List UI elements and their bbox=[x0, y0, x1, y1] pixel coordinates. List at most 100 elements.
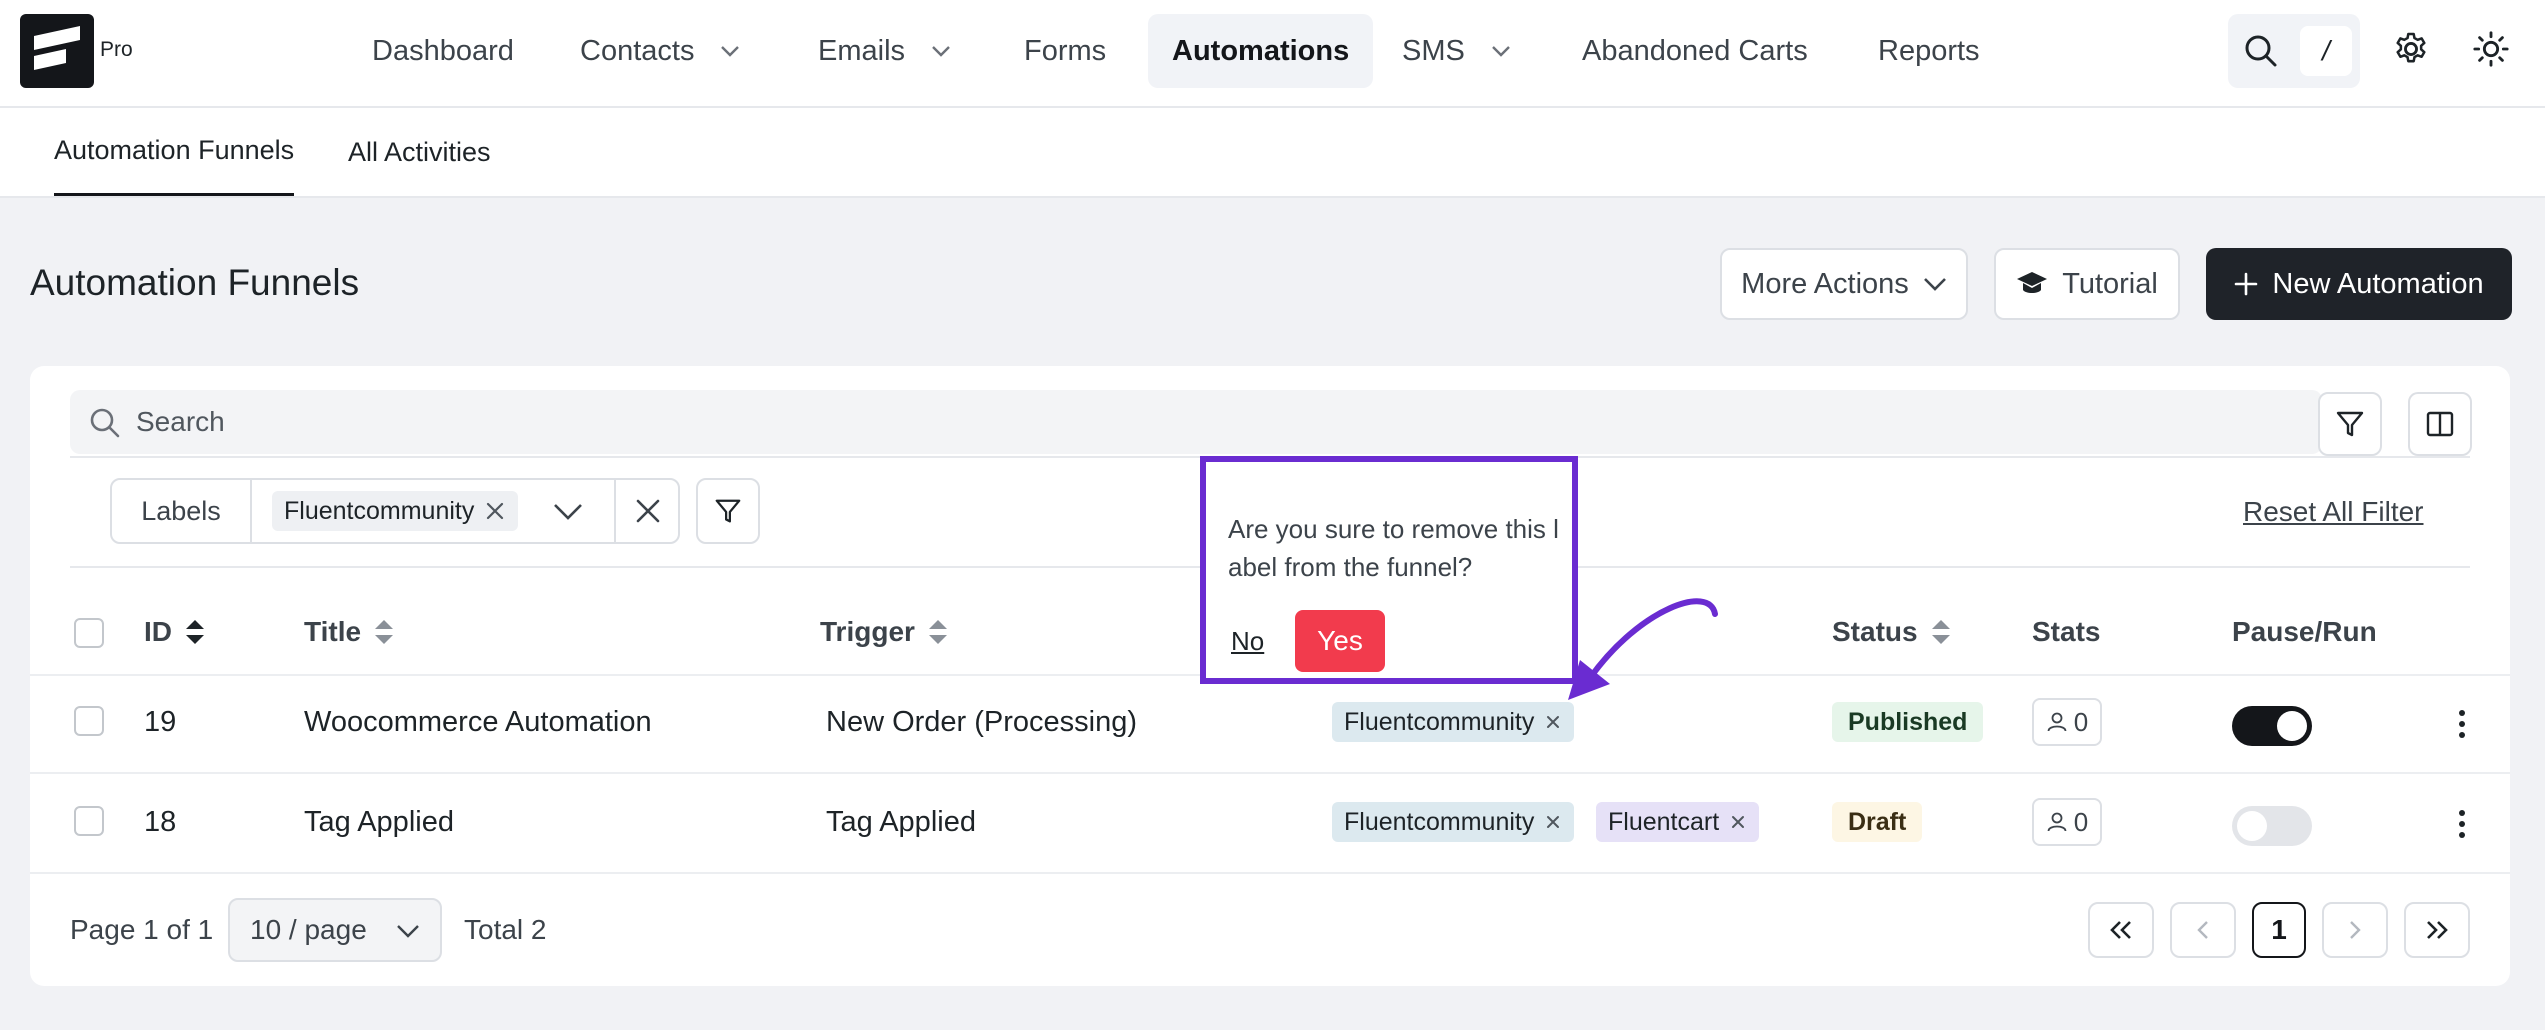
graduation-cap-icon bbox=[2017, 272, 2048, 293]
nav-dashboard[interactable]: Dashboard bbox=[348, 14, 538, 88]
nav-abandoned-carts-label: Abandoned Carts bbox=[1582, 34, 1808, 67]
sun-icon bbox=[2473, 31, 2509, 67]
nav-abandoned-carts[interactable]: Abandoned Carts bbox=[1558, 14, 1832, 88]
row-stats[interactable]: 0 bbox=[2032, 798, 2102, 846]
tab-all-activities[interactable]: All Activities bbox=[348, 108, 491, 196]
sort-icon bbox=[186, 620, 204, 644]
tutorial-label: Tutorial bbox=[2062, 267, 2158, 300]
nav-emails[interactable]: Emails bbox=[794, 14, 975, 88]
annotation-arrow-icon bbox=[1568, 598, 1718, 700]
page-info: Page 1 of 1 bbox=[70, 914, 214, 945]
close-icon[interactable] bbox=[1729, 813, 1747, 831]
close-icon[interactable] bbox=[484, 500, 506, 522]
chevron-down-icon[interactable] bbox=[552, 502, 584, 522]
previous-page-button[interactable] bbox=[2170, 902, 2236, 958]
first-page-button[interactable] bbox=[2088, 902, 2154, 958]
row-label-chip: Fluentcart bbox=[1596, 802, 1760, 842]
row-stats-count: 0 bbox=[2073, 706, 2089, 737]
filter-toggle-button[interactable] bbox=[2318, 392, 2382, 456]
next-page-button[interactable] bbox=[2322, 902, 2388, 958]
global-search-button[interactable]: / bbox=[2228, 14, 2360, 88]
close-icon bbox=[636, 499, 660, 523]
row-stats-count: 0 bbox=[2073, 806, 2089, 837]
label-filter: Labels Fluentcommunity bbox=[110, 478, 680, 544]
close-icon[interactable] bbox=[1544, 813, 1562, 831]
row-actions-menu[interactable] bbox=[2459, 810, 2467, 843]
pause-run-toggle[interactable] bbox=[2232, 806, 2312, 846]
theme-toggle-button[interactable] bbox=[2472, 30, 2510, 68]
row-trigger: Tag Applied bbox=[826, 806, 976, 838]
total-count: Total 2 bbox=[464, 914, 547, 945]
column-header-pause-run: Pause/Run bbox=[2232, 616, 2377, 648]
row-actions-menu[interactable] bbox=[2459, 710, 2467, 743]
confirm-yes-button[interactable]: Yes bbox=[1295, 610, 1385, 672]
sort-icon bbox=[928, 620, 947, 644]
status-badge: Published bbox=[1832, 702, 1984, 742]
last-page-button[interactable] bbox=[2404, 902, 2470, 958]
nav-reports-label: Reports bbox=[1878, 34, 1980, 67]
new-automation-label: New Automation bbox=[2272, 267, 2484, 300]
reset-all-filter-link[interactable]: Reset All Filter bbox=[2243, 496, 2424, 528]
row-checkbox[interactable] bbox=[74, 706, 104, 736]
close-icon[interactable] bbox=[1544, 713, 1562, 731]
search-bar bbox=[70, 390, 2322, 454]
column-header-status[interactable]: Status bbox=[1832, 616, 1952, 648]
label-filter-title: Labels bbox=[112, 480, 252, 542]
nav-automations-label: Automations bbox=[1172, 34, 1350, 67]
more-actions-button[interactable]: More Actions bbox=[1720, 248, 1968, 320]
user-icon bbox=[2047, 712, 2067, 732]
filter-icon bbox=[715, 499, 741, 523]
gear-icon bbox=[2396, 32, 2426, 63]
tutorial-button[interactable]: Tutorial bbox=[1994, 248, 2180, 320]
nav-automations[interactable]: Automations bbox=[1148, 14, 1374, 88]
chevron-down-icon bbox=[397, 925, 419, 938]
per-page-select[interactable]: 10 / page bbox=[228, 898, 442, 962]
tab-automation-funnels[interactable]: Automation Funnels bbox=[54, 108, 295, 196]
clear-label-filter-button[interactable] bbox=[614, 480, 680, 542]
column-header-status-label: Status bbox=[1832, 616, 1918, 647]
page-number-button[interactable]: 1 bbox=[2252, 902, 2306, 958]
column-header-stats-label: Stats bbox=[2032, 616, 2101, 647]
select-all-checkbox[interactable] bbox=[74, 618, 104, 648]
sub-navigation: Automation Funnels All Activities bbox=[0, 108, 2545, 198]
new-automation-button[interactable]: New Automation bbox=[2206, 248, 2512, 320]
row-label-text: Fluentcommunity bbox=[1344, 707, 1535, 736]
pause-run-toggle[interactable] bbox=[2232, 706, 2312, 746]
per-page-value: 10 / page bbox=[250, 914, 367, 945]
chevron-down-icon bbox=[721, 46, 740, 57]
columns-icon bbox=[2426, 411, 2454, 437]
nav-dashboard-label: Dashboard bbox=[372, 34, 514, 67]
row-checkbox[interactable] bbox=[74, 806, 104, 836]
row-stats[interactable]: 0 bbox=[2032, 698, 2102, 746]
add-filter-button[interactable] bbox=[696, 478, 760, 544]
row-label-text: Fluentcommunity bbox=[1344, 807, 1535, 836]
confirm-no-button[interactable]: No bbox=[1231, 626, 1264, 657]
sort-icon bbox=[1931, 620, 1950, 644]
column-header-title-label: Title bbox=[304, 616, 362, 647]
row-trigger: New Order (Processing) bbox=[826, 706, 1138, 738]
brand-logo[interactable] bbox=[20, 14, 94, 88]
nav-contacts-label: Contacts bbox=[580, 34, 695, 67]
divider bbox=[30, 872, 2510, 874]
settings-button[interactable] bbox=[2392, 30, 2430, 68]
row-title[interactable]: Woocommerce Automation bbox=[304, 706, 652, 739]
top-navigation: Pro Dashboard Contacts Emails Forms Auto… bbox=[0, 0, 2545, 108]
page-title: Automation Funnels bbox=[30, 262, 360, 303]
status-badge: Draft bbox=[1832, 802, 1923, 842]
selected-label-chip: Fluentcommunity bbox=[272, 491, 519, 531]
selected-label-text: Fluentcommunity bbox=[284, 496, 475, 525]
nav-contacts[interactable]: Contacts bbox=[556, 14, 764, 88]
column-header-stats: Stats bbox=[2032, 616, 2100, 648]
columns-toggle-button[interactable] bbox=[2408, 392, 2472, 456]
user-icon bbox=[2047, 812, 2067, 832]
search-shortcut-key: / bbox=[2300, 26, 2352, 76]
nav-sms[interactable]: SMS bbox=[1378, 14, 1535, 88]
column-header-id[interactable]: ID bbox=[144, 616, 206, 648]
column-header-trigger[interactable]: Trigger bbox=[820, 616, 949, 648]
nav-reports[interactable]: Reports bbox=[1854, 14, 2004, 88]
search-input[interactable] bbox=[136, 390, 2286, 454]
column-header-title[interactable]: Title bbox=[304, 616, 395, 648]
search-icon bbox=[90, 408, 120, 438]
row-title[interactable]: Tag Applied bbox=[304, 806, 454, 839]
nav-forms[interactable]: Forms bbox=[1000, 14, 1130, 88]
